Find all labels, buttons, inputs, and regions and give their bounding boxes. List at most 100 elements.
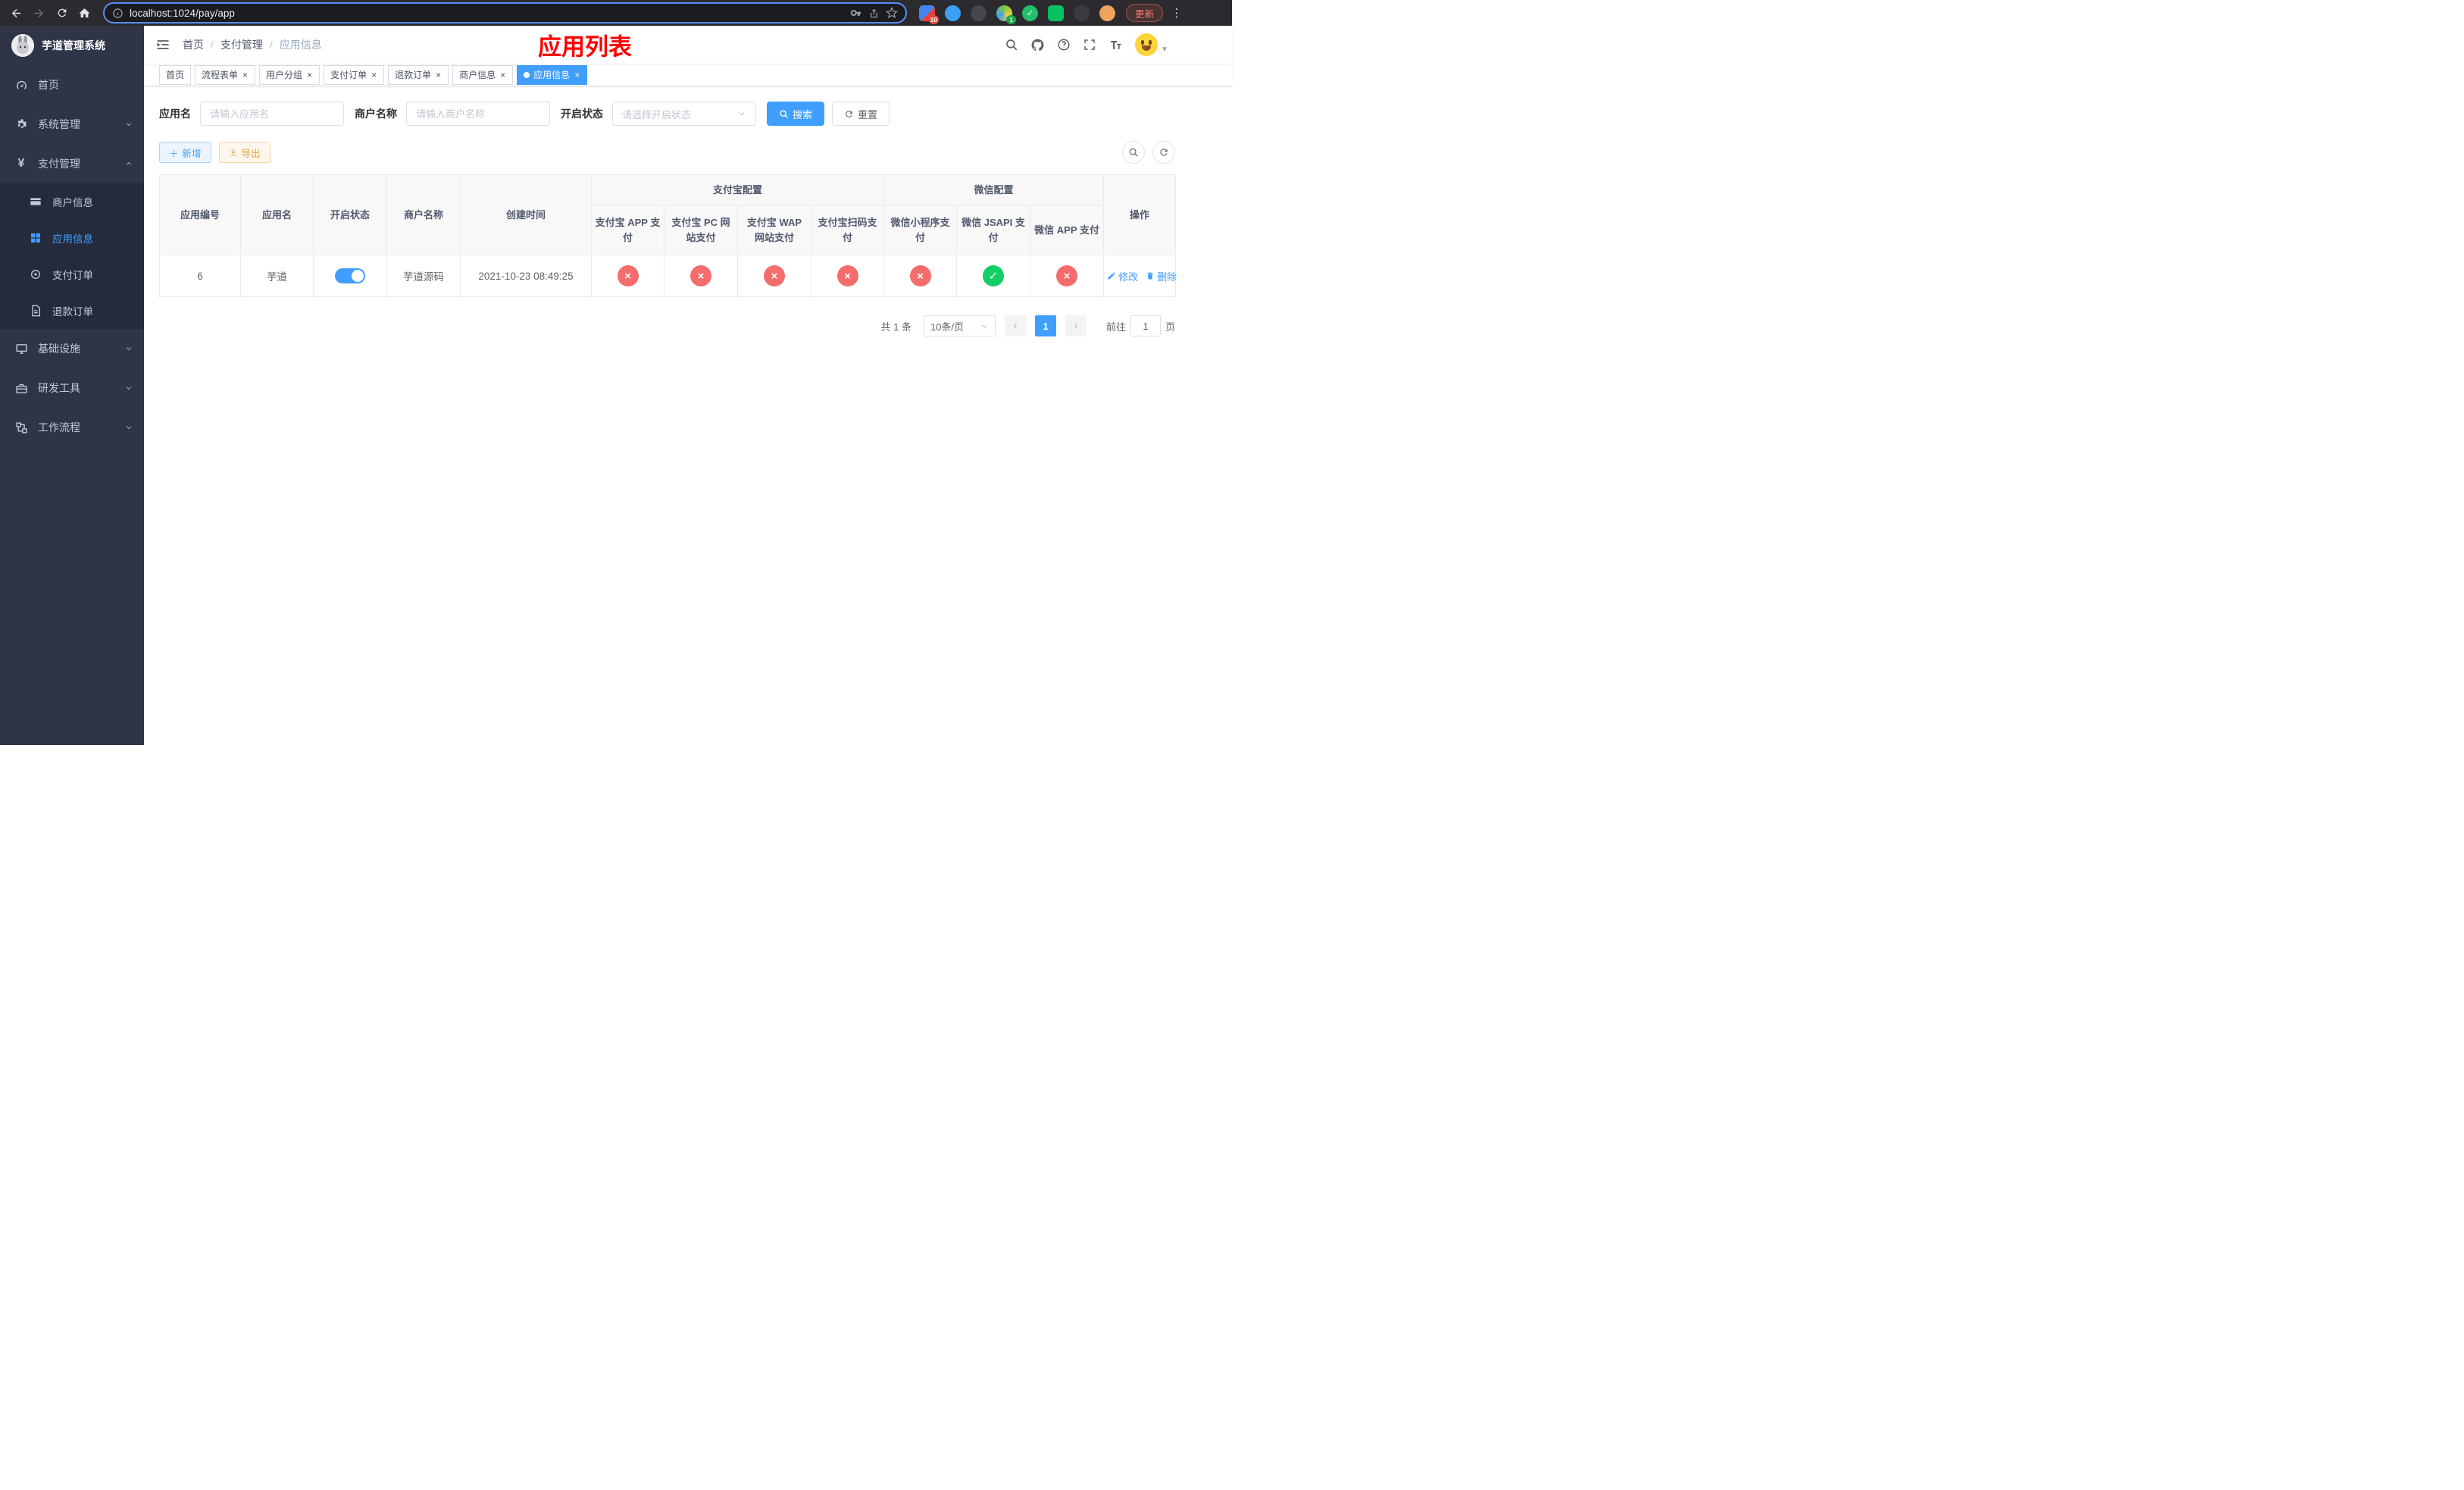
edit-button[interactable]: 修改 xyxy=(1107,269,1138,283)
breadcrumb-home[interactable]: 首页 xyxy=(183,37,204,52)
tab-refund-orders[interactable]: 退款订单 × xyxy=(388,64,449,85)
tab-merchant-info[interactable]: 商户信息 × xyxy=(452,64,514,85)
home-icon[interactable] xyxy=(74,3,95,23)
extension-icon-4[interactable]: 1 xyxy=(996,5,1016,24)
app-logo[interactable]: 芋道管理系统 xyxy=(0,26,144,65)
sidebar-fold-icon[interactable] xyxy=(155,37,170,52)
extension-icon-7[interactable] xyxy=(1073,5,1090,21)
filter-form: 应用名 商户名称 开启状态 请选择开启状态 搜索 重置 xyxy=(159,102,1232,126)
tab-payment-orders[interactable]: 支付订单 × xyxy=(324,64,385,85)
tab-process-form[interactable]: 流程表单 × xyxy=(195,64,256,85)
col-alipay-wap: 支付宝 WAP 网站支付 xyxy=(737,205,811,255)
extension-icon-6[interactable] xyxy=(1047,5,1064,21)
chevron-down-icon xyxy=(982,324,987,328)
wechat-jsapi-status-icon: ✓ xyxy=(983,265,1005,286)
toolbox-icon xyxy=(14,382,28,395)
close-icon[interactable]: × xyxy=(574,70,580,80)
tab-user-group[interactable]: 用户分组 × xyxy=(259,64,321,85)
menu-label: 首页 xyxy=(38,79,59,91)
current-page-button[interactable]: 1 xyxy=(1034,315,1056,337)
fullscreen-icon[interactable] xyxy=(1083,38,1096,52)
cell-app-id: 6 xyxy=(159,255,241,297)
close-icon[interactable]: × xyxy=(306,70,313,80)
cell-actions: 修改 删除 xyxy=(1103,255,1177,297)
sidebar-item-infrastructure[interactable]: 基础设施 xyxy=(0,329,144,368)
app-title: 芋道管理系统 xyxy=(42,39,105,52)
menu-label: 支付管理 xyxy=(38,158,80,170)
close-icon[interactable]: × xyxy=(499,70,506,80)
sidebar-item-payment[interactable]: ¥ 支付管理 xyxy=(0,144,144,183)
cell-create-time: 2021-10-23 08:49:25 xyxy=(460,255,592,297)
back-icon[interactable] xyxy=(6,3,27,23)
extension-badge: 1 xyxy=(1005,14,1016,24)
sidebar-item-merchant-info[interactable]: 商户信息 xyxy=(0,183,144,220)
col-merchant: 商户名称 xyxy=(386,174,461,255)
update-button[interactable]: 更新 xyxy=(1125,4,1163,22)
toggle-search-icon[interactable] xyxy=(1122,141,1145,164)
github-icon[interactable] xyxy=(1030,38,1045,52)
refresh-table-icon[interactable] xyxy=(1152,141,1175,164)
font-size-icon[interactable] xyxy=(1108,38,1123,52)
search-icon[interactable] xyxy=(1005,38,1018,52)
app-name-input[interactable] xyxy=(200,102,344,126)
sidebar-item-dev-tools[interactable]: 研发工具 xyxy=(0,368,144,408)
menu-label: 支付订单 xyxy=(52,270,93,281)
extension-icon-1[interactable]: 10 xyxy=(918,5,939,24)
search-button[interactable]: 搜索 xyxy=(767,102,825,126)
wechat-mini-status-icon: × xyxy=(909,265,931,286)
navbar-actions: ▼ xyxy=(1005,33,1168,56)
tab-app-info[interactable]: 应用信息 × xyxy=(517,64,588,85)
chevron-up-icon xyxy=(124,159,133,168)
close-icon[interactable]: × xyxy=(435,70,442,80)
sidebar-item-system[interactable]: 系统管理 xyxy=(0,105,144,144)
download-icon xyxy=(230,149,236,156)
user-menu[interactable]: ▼ xyxy=(1135,33,1168,56)
reset-button[interactable]: 重置 xyxy=(832,102,890,126)
close-icon[interactable]: × xyxy=(371,70,377,80)
add-button[interactable]: ＋ 新增 xyxy=(159,142,211,163)
breadcrumb-payment[interactable]: 支付管理 xyxy=(220,37,263,52)
chevron-right-icon xyxy=(1074,323,1078,329)
next-page-button[interactable] xyxy=(1065,315,1087,337)
close-icon[interactable]: × xyxy=(242,70,249,80)
sidebar-item-workflow[interactable]: 工作流程 xyxy=(0,408,144,447)
sidebar-item-refund-orders[interactable]: 退款订单 xyxy=(0,293,144,329)
help-icon[interactable] xyxy=(1057,38,1071,52)
address-bar[interactable]: localhost:1024/pay/app xyxy=(103,2,907,23)
prev-page-button[interactable] xyxy=(1004,315,1026,337)
info-icon[interactable] xyxy=(112,8,124,19)
reload-icon[interactable] xyxy=(52,3,72,23)
refresh-icon xyxy=(846,110,852,117)
sidebar-menu: 首页 系统管理 ¥ 支付管理 商户信息 应用信息 支付订单 退款订单 基础设施 … xyxy=(0,65,144,447)
logo-avatar xyxy=(11,34,34,57)
export-button[interactable]: 导出 xyxy=(218,142,270,163)
delete-button[interactable]: 删除 xyxy=(1146,269,1177,283)
kebab-menu-icon[interactable]: ⋮ xyxy=(1170,6,1184,20)
merchant-name-input[interactable] xyxy=(406,102,550,126)
trash-icon xyxy=(1147,272,1154,280)
search-icon xyxy=(780,109,788,118)
status-select[interactable]: 请选择开启状态 xyxy=(612,102,756,126)
menu-label: 工作流程 xyxy=(38,421,80,434)
extension-icon-2[interactable] xyxy=(944,5,961,21)
sidebar-item-app-info[interactable]: 应用信息 xyxy=(0,220,144,256)
key-icon[interactable] xyxy=(850,7,862,19)
extension-icon-3[interactable] xyxy=(970,5,987,21)
extension-icon-8[interactable] xyxy=(1099,5,1115,21)
url-text[interactable]: localhost:1024/pay/app xyxy=(130,8,844,19)
goto-page-input[interactable] xyxy=(1130,315,1161,337)
extension-icon-5[interactable]: ✓ xyxy=(1021,5,1038,21)
col-alipay-qr: 支付宝扫码支付 xyxy=(810,205,885,255)
top-navbar: 首页 / 支付管理 / 应用信息 应用列表 ▼ xyxy=(144,26,1232,64)
tab-home[interactable]: 首页 xyxy=(159,64,192,85)
sidebar-item-payment-orders[interactable]: 支付订单 xyxy=(0,256,144,293)
plus-icon: ＋ xyxy=(169,148,179,159)
goto-suffix: 页 xyxy=(1165,321,1175,333)
sidebar-item-home[interactable]: 首页 xyxy=(0,65,144,105)
share-icon[interactable] xyxy=(868,8,880,19)
page-size-select[interactable]: 10条/页 xyxy=(923,315,996,337)
forward-icon[interactable] xyxy=(29,3,49,23)
star-icon[interactable] xyxy=(885,7,898,19)
status-toggle[interactable] xyxy=(335,268,365,283)
chevron-down-icon xyxy=(124,344,133,353)
